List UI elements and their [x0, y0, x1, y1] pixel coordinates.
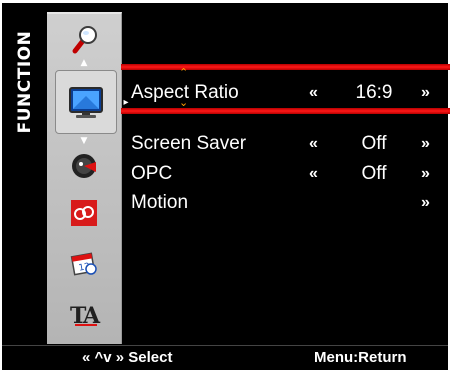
- menu-item-label: Aspect Ratio: [131, 82, 239, 103]
- monitor-icon[interactable]: [55, 70, 117, 134]
- icon-column: ▲ ▸ ▼ 12 T A: [47, 12, 129, 344]
- search-icon[interactable]: [64, 22, 104, 56]
- scroll-up-icon: ⌃: [179, 66, 189, 79]
- up-arrow-icon: ▲: [80, 58, 88, 68]
- selection-top-bar: [121, 64, 450, 70]
- menu-item-screen-saver[interactable]: Screen Saver « Off »: [131, 133, 441, 157]
- increase-arrow-icon[interactable]: »: [421, 194, 430, 212]
- decrease-arrow-icon[interactable]: «: [309, 84, 318, 102]
- menu-item-value: 16:9: [355, 82, 393, 103]
- decrease-arrow-icon[interactable]: «: [309, 135, 318, 153]
- ta-icon[interactable]: T A: [62, 297, 106, 331]
- down-arrow-icon: ▼: [80, 136, 88, 146]
- menu-item-label: Screen Saver: [131, 133, 247, 154]
- function-section-label: FUNCTION: [8, 22, 42, 142]
- selection-pointer-icon: ▸: [123, 97, 129, 108]
- footer-hint-bar: « ^v » Select Menu:Return: [2, 345, 448, 370]
- return-hint: Menu:Return: [314, 349, 407, 366]
- menu-item-value: Off: [361, 163, 387, 184]
- menu-item-label: OPC: [131, 163, 173, 184]
- increase-arrow-icon[interactable]: »: [421, 84, 430, 102]
- menu-item-label: Motion: [131, 192, 189, 213]
- calendar-icon[interactable]: 12: [62, 247, 106, 281]
- function-title: FUNCTION: [15, 30, 35, 134]
- menu-item-value: Off: [361, 133, 387, 154]
- select-hint: « ^v » Select: [82, 349, 173, 366]
- menu-item-aspect-ratio[interactable]: Aspect Ratio « 16:9 »: [131, 82, 441, 106]
- increase-arrow-icon[interactable]: »: [421, 135, 430, 153]
- decrease-arrow-icon[interactable]: «: [309, 165, 318, 183]
- tv-osd-menu: FUNCTION ▲ ▸ ▼ 12 T A ⌃ ⌄ Aspect Ratio «…: [2, 3, 450, 370]
- link-icon[interactable]: [62, 196, 106, 230]
- menu-item-motion[interactable]: Motion »: [131, 192, 441, 216]
- selection-bottom-bar: [121, 108, 450, 114]
- menu-item-opc[interactable]: OPC « Off »: [131, 163, 441, 187]
- picture-settings-icon[interactable]: [62, 149, 106, 183]
- increase-arrow-icon[interactable]: »: [421, 165, 430, 183]
